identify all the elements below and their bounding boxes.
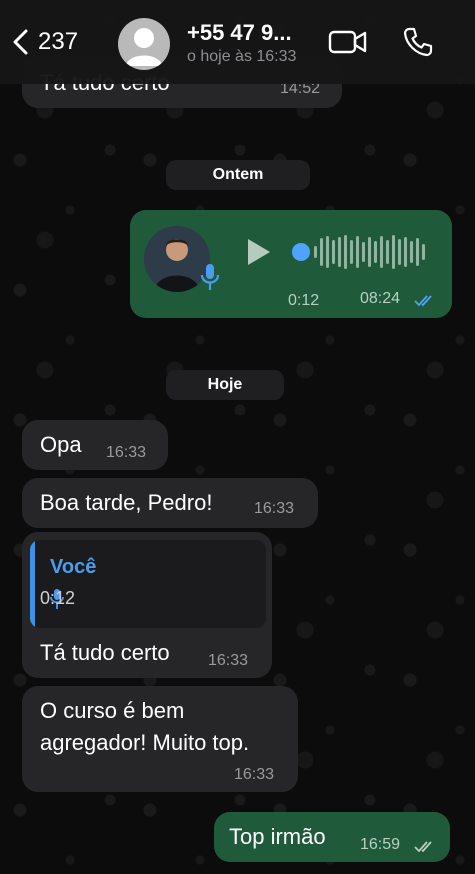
back-button[interactable]: 237: [10, 24, 78, 60]
video-camera-icon[interactable]: [328, 27, 368, 57]
chevron-left-icon: [13, 29, 28, 55]
message-text-line: agregador! Muito top.: [40, 730, 250, 755]
play-icon[interactable]: [246, 237, 272, 267]
avatar-placeholder-icon: [126, 28, 162, 66]
message-bubble-outgoing[interactable]: Top irmão 16:59: [214, 812, 450, 862]
message-text: Top irmão: [229, 824, 326, 849]
double-check-icon: [414, 841, 432, 853]
double-check-icon: [414, 295, 432, 307]
message-text-line: O curso é bem: [40, 698, 185, 723]
voice-duration: 0:12: [288, 292, 320, 309]
message-time: 08:24: [360, 290, 401, 307]
message-time: 16:33: [254, 500, 295, 517]
quote-duration: 0:12: [40, 588, 76, 608]
date-separator: Hoje: [166, 370, 284, 400]
message-text: Boa tarde, Pedro!: [40, 490, 213, 515]
audio-waveform[interactable]: [290, 232, 430, 272]
phone-icon[interactable]: [402, 26, 434, 58]
message-time: 16:59: [360, 836, 401, 853]
message-bubble-incoming[interactable]: Opa 16:33: [22, 420, 168, 470]
back-count: 237: [38, 28, 79, 55]
message-time: 16:33: [208, 652, 249, 669]
message-time: 16:33: [106, 444, 147, 461]
contact-avatar[interactable]: [118, 18, 170, 70]
contact-name[interactable]: +55 47 9...: [187, 20, 292, 46]
date-separator-label: Ontem: [212, 166, 264, 183]
quoted-message[interactable]: Você: [30, 540, 266, 628]
microphone-icon: [200, 264, 220, 290]
date-separator-label: Hoje: [207, 376, 243, 393]
quote-author: Você: [50, 556, 97, 578]
message-time: 16:33: [234, 766, 275, 783]
contact-status: o hoje às 16:33: [187, 48, 297, 65]
message-bubble-incoming[interactable]: Boa tarde, Pedro! 16:33: [22, 478, 318, 528]
quote-accent-bar: [30, 540, 35, 628]
message-text: Tá tudo certo: [40, 640, 170, 665]
chat-header: 237 +55 47 9... o hoje às 16:33: [0, 0, 475, 84]
date-separator: Ontem: [166, 160, 310, 190]
message-bubble-incoming[interactable]: O curso é bem agregador! Muito top. 16:3…: [22, 686, 298, 792]
message-text: Opa: [40, 432, 82, 457]
